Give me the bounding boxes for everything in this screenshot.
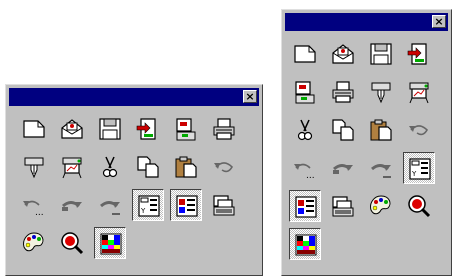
new-document-icon bbox=[23, 120, 45, 138]
layout-columns-icon bbox=[176, 195, 198, 217]
right-undo-more-button[interactable]: ... bbox=[289, 152, 321, 184]
close-icon: × bbox=[434, 15, 444, 28]
right-redo-arrow-button[interactable] bbox=[327, 152, 359, 184]
pen-plotter-icon bbox=[24, 157, 44, 179]
page-options-icon bbox=[295, 81, 315, 104]
paste-clipboard-icon bbox=[370, 119, 392, 141]
redo-more-icon bbox=[100, 201, 120, 215]
layout-columns-icon bbox=[295, 196, 317, 218]
left-cut-scissors-button[interactable] bbox=[94, 151, 126, 183]
left-new-document-button[interactable] bbox=[18, 113, 50, 145]
right-copy-pages-button[interactable] bbox=[327, 114, 359, 146]
left-layout-list-button[interactable]: Y bbox=[132, 189, 164, 221]
right-zoom-color-button[interactable] bbox=[403, 190, 435, 222]
plotter-icon bbox=[409, 82, 429, 104]
left-undo-arrow-button[interactable] bbox=[208, 151, 240, 183]
right-palette-titlebar[interactable]: × bbox=[285, 13, 448, 31]
left-redo-more-button[interactable] bbox=[94, 189, 126, 221]
svg-text:Y: Y bbox=[411, 170, 417, 178]
recolor-page-icon bbox=[407, 43, 427, 65]
left-layout-columns-button[interactable] bbox=[170, 189, 202, 221]
left-color-palette-button[interactable] bbox=[18, 227, 50, 259]
copy-pages-icon bbox=[137, 156, 159, 178]
left-zoom-color-button[interactable] bbox=[56, 227, 88, 259]
zoom-color-icon bbox=[408, 195, 431, 218]
redo-arrow-icon bbox=[333, 164, 353, 174]
color-chart-icon bbox=[100, 233, 122, 255]
redo-arrow-icon bbox=[62, 201, 82, 211]
layout-list-icon: Y bbox=[409, 158, 431, 180]
left-copy-pages-button[interactable] bbox=[132, 151, 164, 183]
new-document-icon bbox=[294, 45, 316, 63]
save-floppy-icon bbox=[370, 43, 392, 65]
left-recolor-page-button[interactable] bbox=[132, 113, 164, 145]
svg-text:Y: Y bbox=[140, 207, 146, 215]
undo-arrow-icon bbox=[214, 162, 233, 173]
color-palette-icon bbox=[23, 232, 44, 252]
right-tool-palette: × ... Y bbox=[281, 9, 452, 276]
right-pen-plotter-button[interactable] bbox=[365, 76, 397, 108]
page-stack-icon bbox=[213, 195, 235, 216]
left-palette-titlebar[interactable]: × bbox=[9, 88, 259, 106]
right-new-document-button[interactable] bbox=[289, 38, 321, 70]
cut-scissors-icon bbox=[102, 156, 118, 178]
right-save-floppy-button[interactable] bbox=[365, 38, 397, 70]
left-save-floppy-button[interactable] bbox=[94, 113, 126, 145]
open-envelope-icon bbox=[61, 119, 83, 139]
right-layout-list-button[interactable]: Y bbox=[403, 152, 435, 184]
right-undo-arrow-button[interactable] bbox=[403, 114, 435, 146]
page-stack-icon bbox=[332, 196, 354, 217]
pen-plotter-icon bbox=[371, 82, 391, 104]
close-icon: × bbox=[245, 90, 255, 103]
left-tool-palette: × ... Y bbox=[5, 84, 263, 276]
left-page-options-button[interactable] bbox=[170, 113, 202, 145]
color-chart-icon bbox=[295, 234, 317, 256]
right-recolor-page-button[interactable] bbox=[403, 38, 435, 70]
left-palette-close-button[interactable]: × bbox=[243, 90, 257, 103]
right-page-stack-button[interactable] bbox=[327, 190, 359, 222]
right-redo-more-button[interactable] bbox=[365, 152, 397, 184]
svg-text:...: ... bbox=[35, 208, 44, 218]
left-plotter-button[interactable] bbox=[56, 151, 88, 183]
save-floppy-icon bbox=[99, 118, 121, 140]
right-cut-scissors-button[interactable] bbox=[289, 114, 321, 146]
left-redo-arrow-button[interactable] bbox=[56, 189, 88, 221]
undo-more-icon: ... bbox=[23, 200, 44, 218]
zoom-color-icon bbox=[61, 232, 84, 255]
right-color-chart-button[interactable] bbox=[289, 228, 321, 260]
left-print-button[interactable] bbox=[208, 113, 240, 145]
right-open-envelope-button[interactable] bbox=[327, 38, 359, 70]
undo-arrow-icon bbox=[409, 125, 428, 136]
svg-text:...: ... bbox=[306, 171, 315, 181]
copy-pages-icon bbox=[332, 119, 354, 141]
left-pen-plotter-button[interactable] bbox=[18, 151, 50, 183]
right-color-palette-button[interactable] bbox=[365, 190, 397, 222]
recolor-page-icon bbox=[136, 118, 156, 140]
left-color-chart-button[interactable] bbox=[94, 227, 126, 259]
cut-scissors-icon bbox=[297, 119, 313, 141]
right-plotter-button[interactable] bbox=[403, 76, 435, 108]
left-page-stack-button[interactable] bbox=[208, 189, 240, 221]
redo-more-icon bbox=[371, 164, 391, 178]
right-paste-clipboard-button[interactable] bbox=[365, 114, 397, 146]
print-icon bbox=[213, 118, 235, 140]
color-palette-icon bbox=[370, 195, 391, 215]
layout-list-icon: Y bbox=[138, 195, 160, 217]
paste-clipboard-icon bbox=[175, 156, 197, 178]
right-print-button[interactable] bbox=[327, 76, 359, 108]
left-paste-clipboard-button[interactable] bbox=[170, 151, 202, 183]
left-undo-more-button[interactable]: ... bbox=[18, 189, 50, 221]
right-layout-columns-button[interactable] bbox=[289, 190, 321, 222]
right-palette-close-button[interactable]: × bbox=[432, 15, 446, 28]
open-envelope-icon bbox=[332, 44, 354, 64]
undo-more-icon: ... bbox=[294, 163, 315, 181]
print-icon bbox=[332, 81, 354, 103]
left-open-envelope-button[interactable] bbox=[56, 113, 88, 145]
right-page-options-button[interactable] bbox=[289, 76, 321, 108]
page-options-icon bbox=[176, 118, 196, 141]
plotter-icon bbox=[62, 157, 82, 179]
